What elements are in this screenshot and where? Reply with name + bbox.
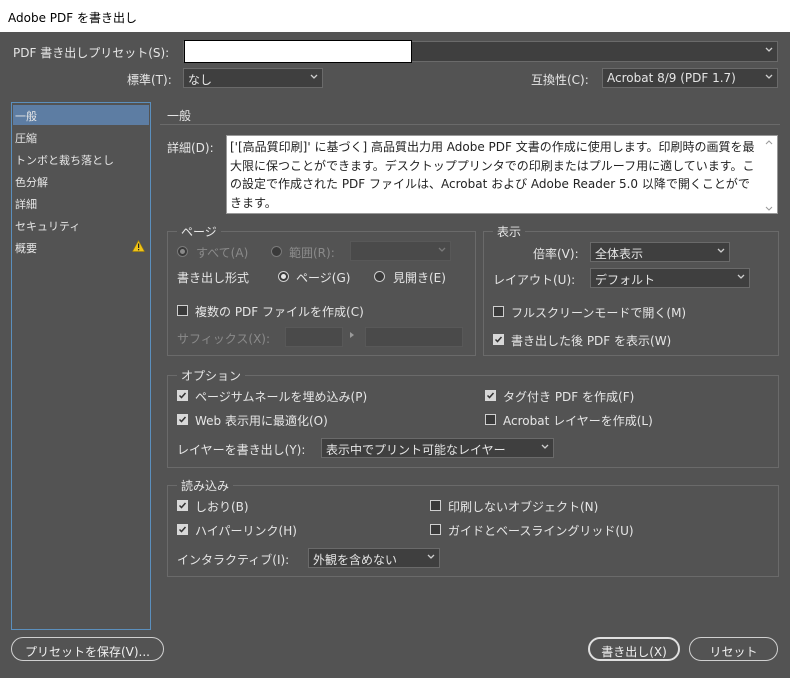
section-heading: 一般 <box>167 109 192 123</box>
thumbnails-checkbox[interactable] <box>177 390 188 401</box>
view-after-checkbox[interactable] <box>493 334 504 345</box>
check-icon <box>178 416 187 423</box>
export-as-label: 書き出し形式 <box>177 271 250 285</box>
interactive-select[interactable]: 外観を含めない <box>308 548 440 568</box>
check-icon <box>178 526 187 533</box>
export-button[interactable]: 書き出し(X) <box>588 637 680 661</box>
nonprinting-label: 印刷しないオブジェクト(N) <box>448 500 599 514</box>
hyperlinks-checkbox[interactable] <box>177 524 188 535</box>
nonprinting-checkbox[interactable] <box>430 500 441 511</box>
web-optimize-checkbox[interactable] <box>177 414 188 425</box>
standard-label: 標準(T): <box>127 73 172 87</box>
chevron-down-icon <box>310 70 318 84</box>
pages-radio-label: ページ(G) <box>296 271 351 285</box>
description-text[interactable]: ['[高品質印刷]' に基づく] 高品質出力用 Adobe PDF 文書の作成に… <box>226 135 778 214</box>
description-content: ['[高品質印刷]' に基づく] 高品質出力用 Adobe PDF 文書の作成に… <box>230 140 755 210</box>
guides-checkbox[interactable] <box>430 524 441 535</box>
acrobat-layers-checkbox[interactable] <box>485 414 496 425</box>
zoom-value: 全体表示 <box>595 247 644 261</box>
sidebar-item-security[interactable]: セキュリティ <box>13 215 149 235</box>
zoom-select[interactable]: 全体表示 <box>590 242 730 262</box>
include-legend: 読み込み <box>177 477 234 494</box>
check-icon <box>178 392 187 399</box>
sidebar-item-general[interactable]: 一般 <box>13 105 149 125</box>
bookmarks-checkbox[interactable] <box>177 500 188 511</box>
reset-button[interactable]: リセット <box>689 637 778 661</box>
acrobat-layers-label: Acrobat レイヤーを作成(L) <box>503 414 653 428</box>
suffix-label: サフィックス(X): <box>177 332 271 346</box>
sidebar-item-label: 概要 <box>15 242 37 255</box>
save-preset-button[interactable]: プリセットを保存(V)... <box>11 637 164 661</box>
check-icon <box>494 336 503 343</box>
compat-select[interactable]: Acrobat 8/9 (PDF 1.7) <box>602 68 778 88</box>
compat-label: 互換性(C): <box>531 73 589 87</box>
spreads-radio-label: 見開き(E) <box>393 271 446 285</box>
all-pages-label: すべて(A) <box>196 246 249 260</box>
chevron-down-icon <box>765 70 773 84</box>
view-legend: 表示 <box>493 223 526 240</box>
export-layers-select[interactable]: 表示中でプリント可能なレイヤー <box>321 438 554 458</box>
tagged-pdf-label: タグ付き PDF を作成(F) <box>503 390 635 404</box>
sidebar-item-summary[interactable]: 概要 <box>13 237 149 257</box>
options-legend: オプション <box>177 367 246 384</box>
range-select[interactable] <box>350 241 451 261</box>
export-layers-label: レイヤーを書き出し(Y): <box>177 443 306 457</box>
suffix-value-input[interactable] <box>365 327 463 347</box>
check-icon <box>486 392 495 399</box>
layout-label: レイアウト(U): <box>493 273 576 287</box>
spreads-radio[interactable] <box>374 271 385 282</box>
web-optimize-label: Web 表示用に最適化(O) <box>195 414 328 428</box>
interactive-value: 外観を含めない <box>313 553 398 567</box>
chevron-down-icon <box>541 440 549 454</box>
export-layers-value: 表示中でプリント可能なレイヤー <box>326 443 506 457</box>
range-radio[interactable] <box>271 246 282 257</box>
window-title: Adobe PDF を書き出し <box>0 0 790 32</box>
sidebar-item-advanced[interactable]: 詳細 <box>13 193 149 213</box>
pages-legend: ページ <box>177 223 221 240</box>
view-after-label: 書き出した後 PDF を表示(W) <box>511 334 672 348</box>
multi-pdf-label: 複数の PDF ファイルを作成(C) <box>195 305 364 319</box>
range-label: 範囲(R): <box>289 246 335 260</box>
check-icon <box>178 502 187 509</box>
multi-pdf-checkbox[interactable] <box>177 305 188 316</box>
chevron-down-icon <box>717 244 725 258</box>
tagged-pdf-checkbox[interactable] <box>485 390 496 401</box>
guides-label: ガイドとベースライングリッド(U) <box>448 524 634 538</box>
scrollbar[interactable] <box>762 137 776 212</box>
all-pages-radio[interactable] <box>177 246 188 257</box>
layout-value: デフォルト <box>595 273 656 287</box>
preset-label: PDF 書き出しプリセット(S): <box>13 46 170 60</box>
chevron-down-icon <box>427 550 435 564</box>
arrow-right-icon <box>349 328 355 338</box>
sidebar-item-marks-bleeds[interactable]: トンボと裁ち落とし <box>13 149 149 169</box>
category-list[interactable]: 一般 圧縮 トンボと裁ち落とし 色分解 詳細 セキュリティ 概要 <box>11 102 151 630</box>
fullscreen-checkbox[interactable] <box>493 306 504 317</box>
interactive-label: インタラクティブ(I): <box>177 553 290 567</box>
standard-value: なし <box>188 73 213 87</box>
hyperlinks-label: ハイパーリンク(H) <box>195 524 297 538</box>
description-label: 詳細(D): <box>167 141 214 155</box>
standard-select[interactable]: なし <box>183 68 323 88</box>
pages-radio[interactable] <box>278 271 289 282</box>
redacted-value <box>184 40 412 63</box>
compat-value: Acrobat 8/9 (PDF 1.7) <box>607 71 736 85</box>
bookmarks-label: しおり(B) <box>195 500 249 514</box>
sidebar-item-compression[interactable]: 圧縮 <box>13 127 149 147</box>
chevron-down-icon <box>765 43 773 57</box>
divider <box>160 124 780 125</box>
zoom-label: 倍率(V): <box>533 247 579 261</box>
chevron-down-icon <box>737 270 745 284</box>
fullscreen-label: フルスクリーンモードで開く(M) <box>511 306 687 320</box>
thumbnails-label: ページサムネールを埋め込み(P) <box>195 390 368 404</box>
sidebar-item-output[interactable]: 色分解 <box>13 171 149 191</box>
suffix-input[interactable] <box>285 327 343 347</box>
chevron-down-icon <box>438 243 446 257</box>
layout-select[interactable]: デフォルト <box>590 268 750 288</box>
warning-icon <box>131 239 146 252</box>
